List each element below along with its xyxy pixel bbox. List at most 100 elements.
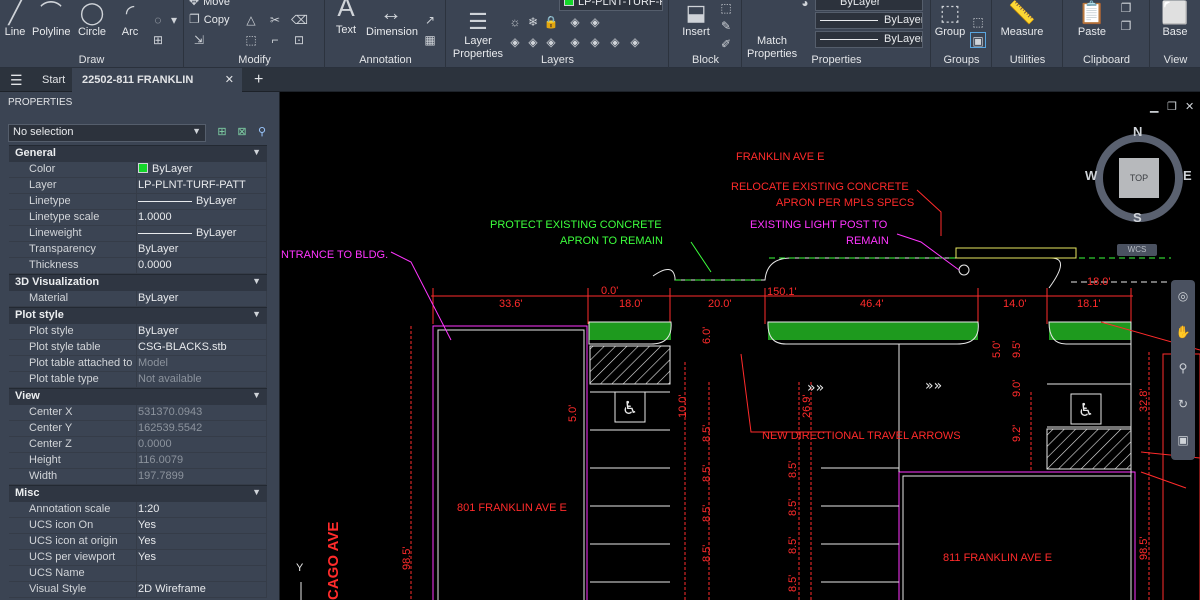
hatch-icon[interactable]: ⊞: [150, 32, 166, 48]
property-row-layer[interactable]: Layer LP-PLNT-TURF-PATT: [9, 178, 267, 194]
erase-icon[interactable]: ⌫: [291, 12, 308, 28]
copy-button[interactable]: ❐ Copy: [189, 12, 229, 26]
section-misc[interactable]: Misc ▼: [9, 485, 267, 502]
property-value[interactable]: ByLayer: [138, 242, 267, 258]
section-plot-style[interactable]: Plot style ▼: [9, 307, 267, 324]
property-row-linetype-scale[interactable]: Linetype scale 1.0000: [9, 210, 267, 226]
close-viewport-icon[interactable]: ✕: [1185, 100, 1194, 113]
polyline-button[interactable]: ⌒ Polyline: [32, 2, 71, 39]
wcs-menu[interactable]: WCS: [1117, 244, 1157, 256]
cut-icon[interactable]: ❐: [1118, 18, 1134, 34]
drawing-canvas[interactable]: ♿ ♿ »» »» ▁ ❐ ✕ FRANKLIN AVE E RELOCATE …: [281, 92, 1200, 600]
property-value[interactable]: 2D Wireframe: [138, 582, 267, 598]
property-row-annotation-scale[interactable]: Annotation scale 1:20: [9, 502, 267, 518]
property-row-linetype[interactable]: Linetype ByLayer: [9, 194, 267, 210]
property-row-ucs-name[interactable]: UCS Name: [9, 566, 267, 582]
property-row-center-z[interactable]: Center Z 0.0000: [9, 437, 267, 453]
draw-panel-title[interactable]: Draw: [0, 54, 183, 66]
section-general[interactable]: General ▼: [9, 145, 267, 162]
layer-properties-button[interactable]: ☰ Layer Properties: [451, 0, 505, 61]
insert-button[interactable]: ⬓ Insert: [678, 2, 714, 39]
modify-panel-title[interactable]: Modify: [185, 54, 324, 66]
property-row-material[interactable]: Material ByLayer: [9, 291, 267, 307]
edit-block-icon[interactable]: ✎: [718, 18, 734, 34]
clipboard-panel-title[interactable]: Clipboard: [1064, 54, 1149, 66]
layer-freeze-icon[interactable]: ❄: [525, 14, 541, 30]
property-value[interactable]: Yes: [138, 534, 267, 550]
base-button[interactable]: ⬜ Base: [1155, 2, 1195, 39]
property-row-width[interactable]: Width 197.7899: [9, 469, 267, 485]
circle-button[interactable]: ◯ Circle: [76, 2, 108, 39]
dimension-button[interactable]: ↔ Dimension: [366, 2, 418, 39]
property-row-thickness[interactable]: Thickness 0.0000: [9, 258, 267, 274]
property-row-center-y[interactable]: Center Y 162539.5542: [9, 421, 267, 437]
property-value[interactable]: ByLayer: [138, 291, 267, 307]
restore-viewport-icon[interactable]: ❐: [1167, 100, 1177, 113]
layer-change-icon[interactable]: ◈: [627, 34, 643, 50]
paste-button[interactable]: 📋 Paste: [1072, 2, 1112, 39]
array-icon[interactable]: ⊡: [291, 32, 307, 48]
property-row-ucs-icon-at-origin[interactable]: UCS icon at origin Yes: [9, 534, 267, 550]
tab-start[interactable]: Start: [32, 68, 75, 92]
viewcube[interactable]: TOP N S W E: [1085, 124, 1192, 228]
property-row-ucs-per-viewport[interactable]: UCS per viewport Yes: [9, 550, 267, 566]
compass-south[interactable]: S: [1133, 210, 1142, 225]
property-row-color[interactable]: Color ByLayer: [9, 162, 267, 178]
property-value[interactable]: Not available: [138, 372, 267, 388]
layer-off-icon[interactable]: ◈: [587, 14, 603, 30]
mirror-icon[interactable]: △: [243, 12, 259, 28]
fillet-icon[interactable]: ⌐: [267, 32, 283, 48]
edit-attributes-icon[interactable]: ✐: [718, 36, 734, 52]
table-icon[interactable]: ▦: [422, 32, 438, 48]
arc-button[interactable]: ◜ Arc: [116, 2, 144, 39]
property-value[interactable]: 197.7899: [138, 469, 267, 485]
layer-merge-icon[interactable]: ◈: [587, 34, 603, 50]
zoom-icon[interactable]: ⚲: [1175, 360, 1191, 376]
utilities-panel-title[interactable]: Utilities: [993, 54, 1062, 66]
steering-wheel-icon[interactable]: ◎: [1175, 288, 1191, 304]
layer-unisolate-icon[interactable]: ◈: [567, 34, 583, 50]
property-row-plot-table-type[interactable]: Plot table type Not available: [9, 372, 267, 388]
annotation-panel-title[interactable]: Annotation: [326, 54, 445, 66]
property-value[interactable]: 162539.5542: [138, 421, 267, 437]
property-row-visual-style[interactable]: Visual Style 2D Wireframe: [9, 582, 267, 598]
property-row-plot-style[interactable]: Plot style ByLayer: [9, 324, 267, 340]
group-button[interactable]: ⬚ Group: [934, 2, 966, 39]
groups-panel-title[interactable]: Groups: [932, 54, 991, 66]
layer-lock-icon[interactable]: 🔒: [543, 14, 559, 30]
property-value[interactable]: LP-PLNT-TURF-PATT: [138, 178, 267, 194]
property-row-lineweight[interactable]: Lineweight ByLayer: [9, 226, 267, 242]
layer-on-icon[interactable]: ☼: [507, 14, 523, 30]
minimize-viewport-icon[interactable]: ▁: [1150, 100, 1158, 113]
orbit-icon[interactable]: ↻: [1175, 396, 1191, 412]
select-objects-icon[interactable]: ⊠: [234, 124, 250, 140]
trim-icon[interactable]: ✂: [267, 12, 283, 28]
property-value[interactable]: 1:20: [138, 502, 267, 518]
color-dropdown[interactable]: ByLayer: [815, 0, 923, 11]
layer-dropdown[interactable]: LP-PLNT-TURF-PAT: [559, 0, 663, 11]
property-value[interactable]: 116.0079: [138, 453, 267, 469]
property-value[interactable]: ByLayer: [138, 324, 267, 340]
layer-walk-icon[interactable]: ◈: [567, 14, 583, 30]
measure-button[interactable]: 📏 Measure: [997, 2, 1047, 39]
line-button[interactable]: ╱ Line: [2, 2, 28, 39]
pan-icon[interactable]: ✋: [1175, 324, 1191, 340]
viewcube-top-face[interactable]: TOP: [1119, 158, 1159, 198]
property-row-height[interactable]: Height 116.0079: [9, 453, 267, 469]
layer-match-icon[interactable]: ◈: [525, 34, 541, 50]
property-value[interactable]: CSG-BLACKS.stb: [138, 340, 267, 356]
quick-select-icon[interactable]: ⚲: [254, 124, 270, 140]
property-row-ucs-icon-on[interactable]: UCS icon On Yes: [9, 518, 267, 534]
property-value[interactable]: Yes: [138, 518, 267, 534]
draw-more-icon[interactable]: ▾: [166, 12, 182, 28]
property-value[interactable]: Model: [138, 356, 267, 372]
stretch-icon[interactable]: ⇲: [191, 32, 207, 48]
property-row-plot-table-attached-to[interactable]: Plot table attached to Model: [9, 356, 267, 372]
property-value[interactable]: 1.0000: [138, 210, 267, 226]
navigation-bar[interactable]: ◎ ✋ ⚲ ↻ ▣: [1171, 280, 1195, 460]
layer-previous-icon[interactable]: ◈: [543, 34, 559, 50]
text-button[interactable]: A Text: [332, 0, 360, 37]
toggle-pickadd-icon[interactable]: ⊞: [214, 124, 230, 140]
compass-north[interactable]: N: [1133, 124, 1142, 139]
selection-dropdown[interactable]: No selection ▼: [8, 124, 206, 142]
